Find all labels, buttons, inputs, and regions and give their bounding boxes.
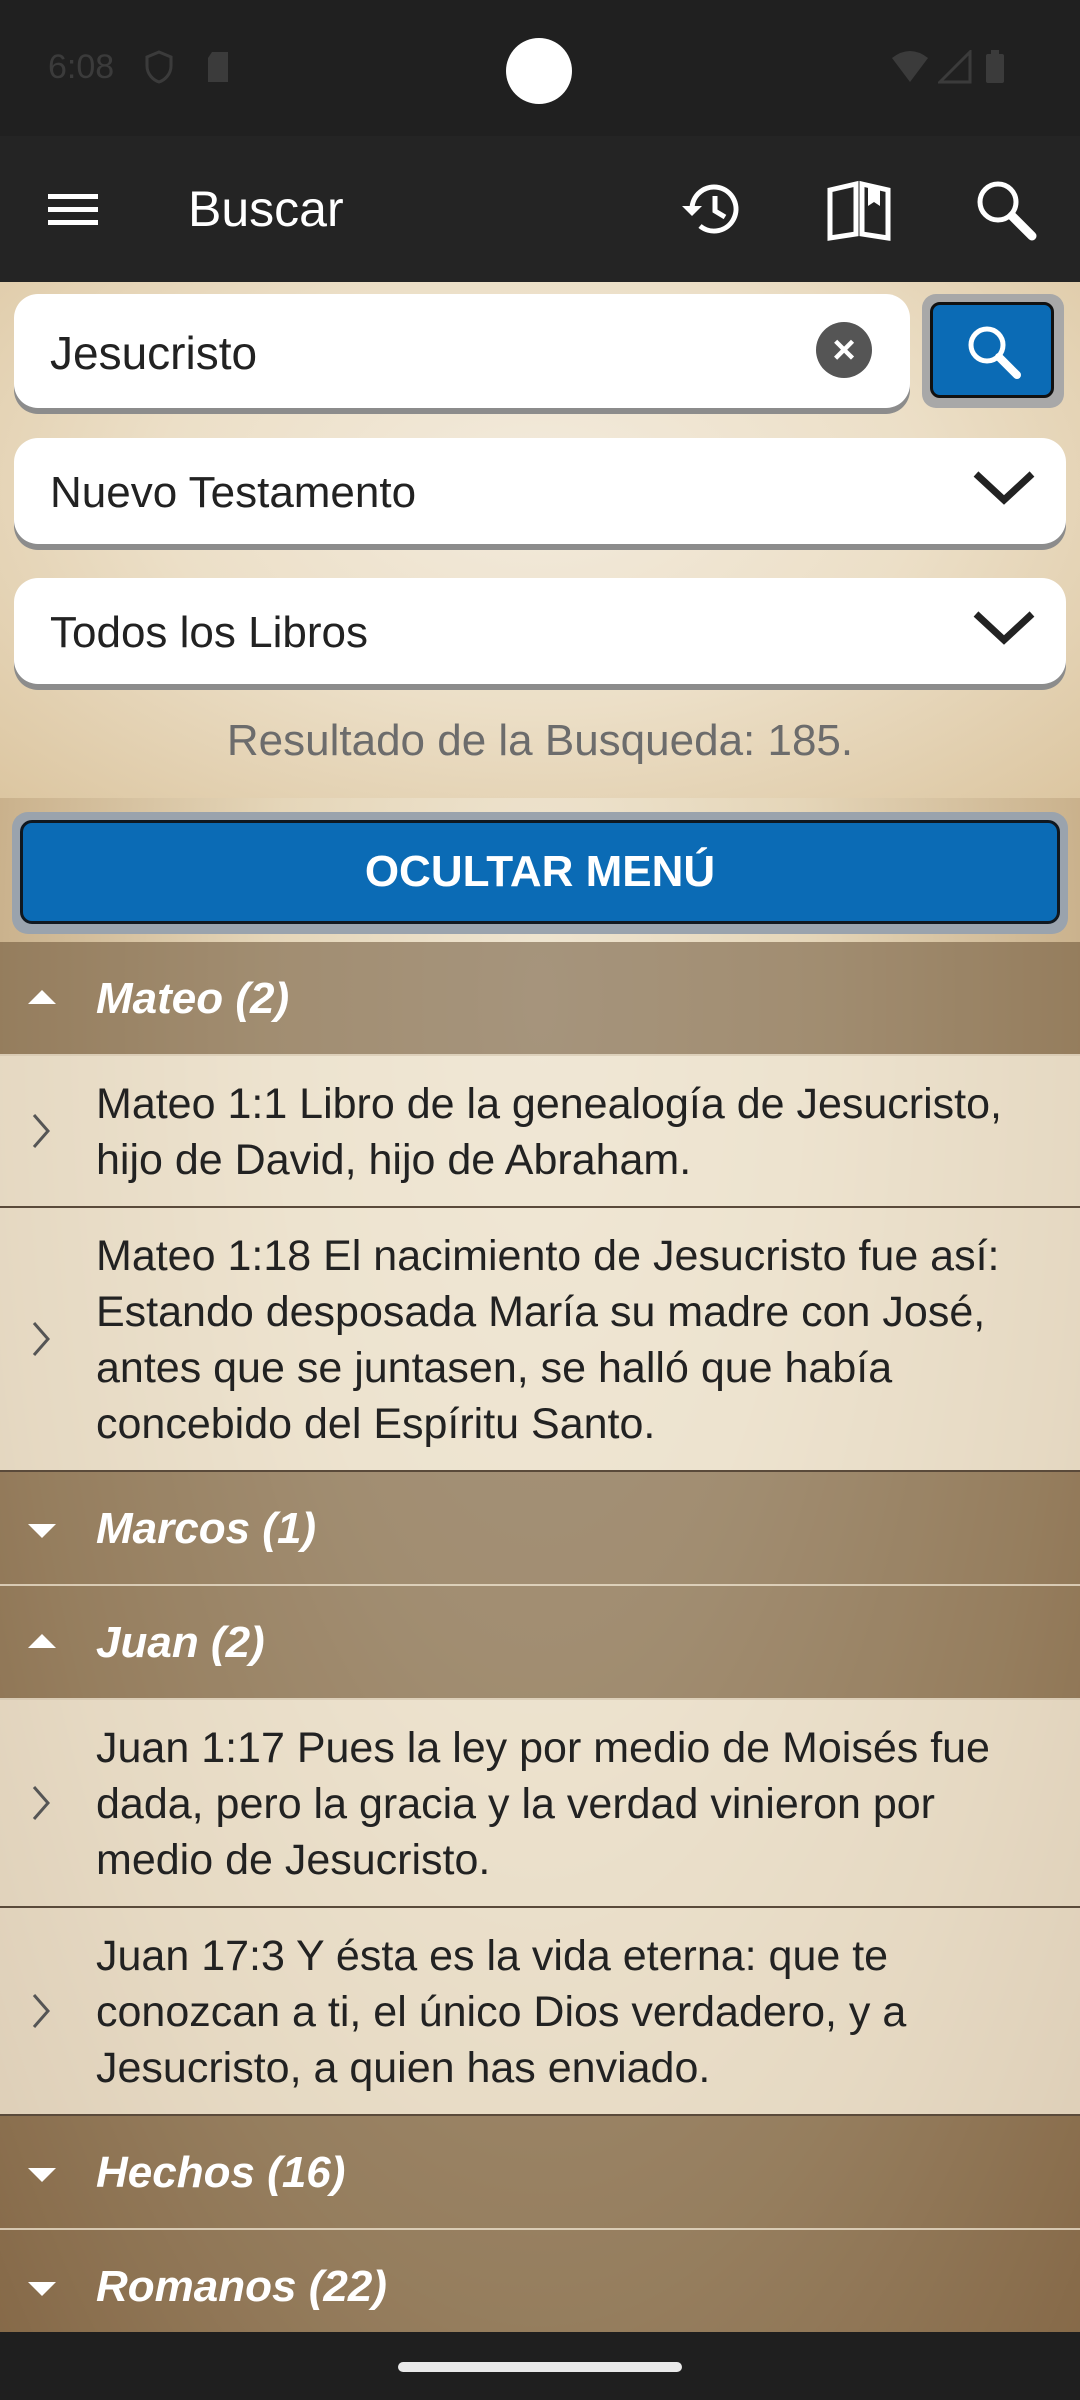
sim-card-icon [208,52,228,82]
chevron-right-icon [32,1994,50,2028]
group-label: Romanos (22) [96,2262,387,2311]
home-gesture-handle[interactable] [398,2362,682,2372]
chevron-right-icon [32,1114,50,1148]
search-input[interactable]: Jesucristo × [14,294,910,408]
search-submit-button[interactable] [922,294,1064,408]
signal-icon [938,50,972,84]
verse-row[interactable]: Mateo 1:1 Libro de la genealogía de Jesu… [0,1056,1080,1208]
verse-text: Juan 1:17 Pues la ley por medio de Moisé… [96,1724,990,1884]
clear-search-button[interactable]: × [816,322,872,378]
group-header-romanos[interactable]: Romanos (22) [0,2230,1080,2332]
search-panel: Jesucristo × Nuevo Testamento Todos los … [0,282,1080,798]
history-button[interactable] [676,172,750,246]
group-header-juan[interactable]: Juan (2) [0,1586,1080,1700]
group-label: Marcos (1) [96,1504,317,1553]
verse-text: Juan 17:3 Y ésta es la vida eterna: que … [96,1932,907,2092]
search-action-button[interactable] [968,172,1042,246]
testament-select-value: Nuevo Testamento [50,468,417,517]
chevron-right-icon [32,1786,50,1820]
testament-select[interactable]: Nuevo Testamento [14,438,1066,544]
book-icon [827,180,891,241]
content-area: Jesucristo × Nuevo Testamento Todos los … [0,282,1080,2332]
history-icon [682,184,739,234]
status-bar: 6:08 [0,0,1080,136]
verse-row[interactable]: Juan 1:17 Pues la ley por medio de Moisé… [0,1700,1080,1908]
page-title: Buscar [188,181,344,237]
search-icon [968,326,1021,379]
battery-icon [986,50,1004,83]
system-nav-bar [0,2332,1080,2400]
search-result-count: Resultado de la Busqueda: 185. [226,716,854,765]
chevron-down-icon [973,471,1035,505]
group-label: Mateo (2) [96,974,290,1023]
front-camera [506,38,572,104]
group-header-marcos[interactable]: Marcos (1) [0,1472,1080,1586]
bookmarks-button[interactable] [822,172,896,246]
group-header-hechos[interactable]: Hechos (16) [0,2116,1080,2230]
hide-menu-label: OCULTAR MENÚ [20,820,1060,924]
shield-icon [145,50,173,84]
chevron-right-icon [32,1322,50,1356]
caret-down-icon [28,1524,56,1538]
group-header-mateo[interactable]: Mateo (2) [0,942,1080,1056]
results-list: Mateo (2) Mateo 1:1 Libro de la genealog… [0,942,1080,2332]
hide-menu-button[interactable]: OCULTAR MENÚ [12,812,1068,934]
verse-row[interactable]: Mateo 1:18 El nacimiento de Jesucristo f… [0,1208,1080,1472]
chevron-down-icon [973,611,1035,645]
verse-text: Mateo 1:1 Libro de la genealogía de Jesu… [96,1080,1002,1184]
verse-row[interactable]: Juan 17:3 Y ésta es la vida eterna: que … [0,1908,1080,2116]
search-icon [977,181,1037,241]
caret-down-icon [28,2168,56,2182]
caret-down-icon [28,2282,56,2296]
wifi-icon [892,51,928,82]
caret-up-icon [28,990,56,1004]
books-select-value: Todos los Libros [50,608,368,657]
caret-up-icon [28,1634,56,1648]
group-label: Juan (2) [96,1618,265,1667]
menu-button[interactable] [36,172,110,246]
close-icon: × [832,328,856,372]
group-label: Hechos (16) [96,2148,346,2197]
search-query-text[interactable]: Jesucristo [50,326,257,380]
verse-text: Mateo 1:18 El nacimiento de Jesucristo f… [96,1232,1000,1448]
hamburger-menu-icon [48,194,98,225]
books-select[interactable]: Todos los Libros [14,578,1066,684]
status-time: 6:08 [48,48,115,86]
app-bar: Buscar [0,136,1080,282]
